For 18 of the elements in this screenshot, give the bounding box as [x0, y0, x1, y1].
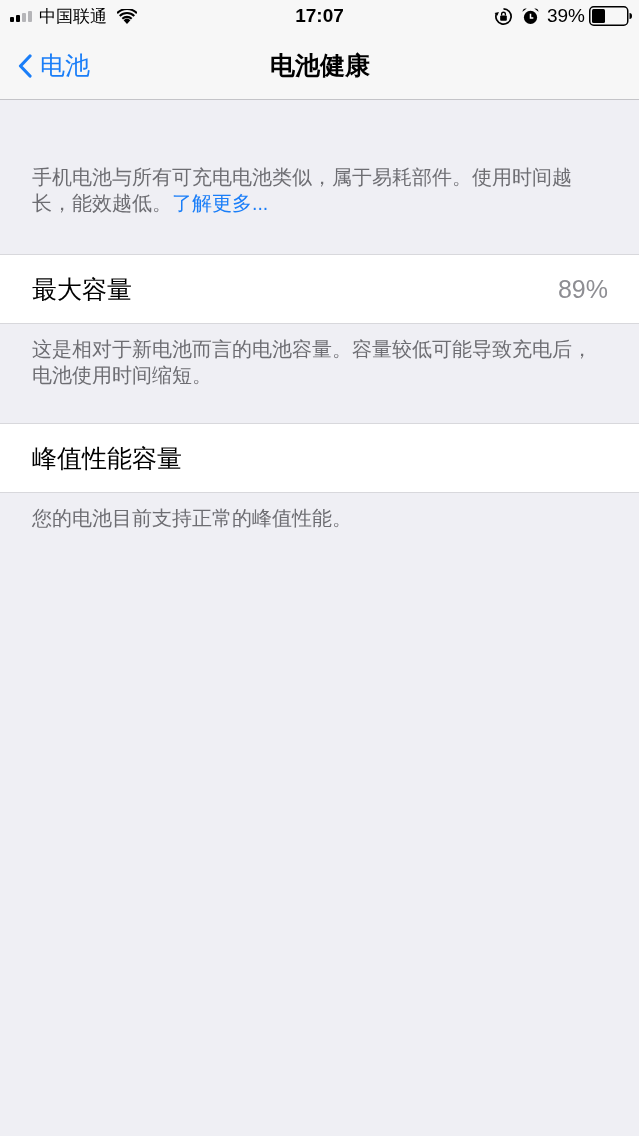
row-label: 峰值性能容量 — [32, 442, 182, 474]
carrier-name: 中国联通 — [39, 5, 107, 28]
signal-icon — [10, 10, 33, 22]
battery-icon — [589, 6, 632, 26]
page-title: 电池健康 — [269, 50, 370, 81]
alarm-clock-icon — [521, 7, 539, 25]
section-footer-text: 这是相对于新电池而言的电池容量。容量较低可能导致充电后，电池使用时间缩短。 — [32, 337, 592, 388]
intro-text: 手机电池与所有可充电电池类似，属于易耗部件。使用时间越长，能效越低。了解更多... — [32, 165, 573, 216]
battery-percentage: 39% — [546, 5, 585, 27]
chevron-left-icon — [18, 53, 32, 78]
rotation-lock-icon — [493, 6, 513, 26]
section-footer-text: 您的电池目前支持正常的峰值性能。 — [32, 506, 353, 531]
wifi-icon — [117, 8, 137, 24]
row-value: 89% — [557, 274, 608, 304]
back-button[interactable]: 电池 — [0, 45, 94, 86]
row-label: 最大容量 — [32, 273, 132, 305]
status-time: 17:07 — [295, 5, 344, 27]
learn-more-link[interactable]: 了解更多... — [172, 192, 269, 214]
